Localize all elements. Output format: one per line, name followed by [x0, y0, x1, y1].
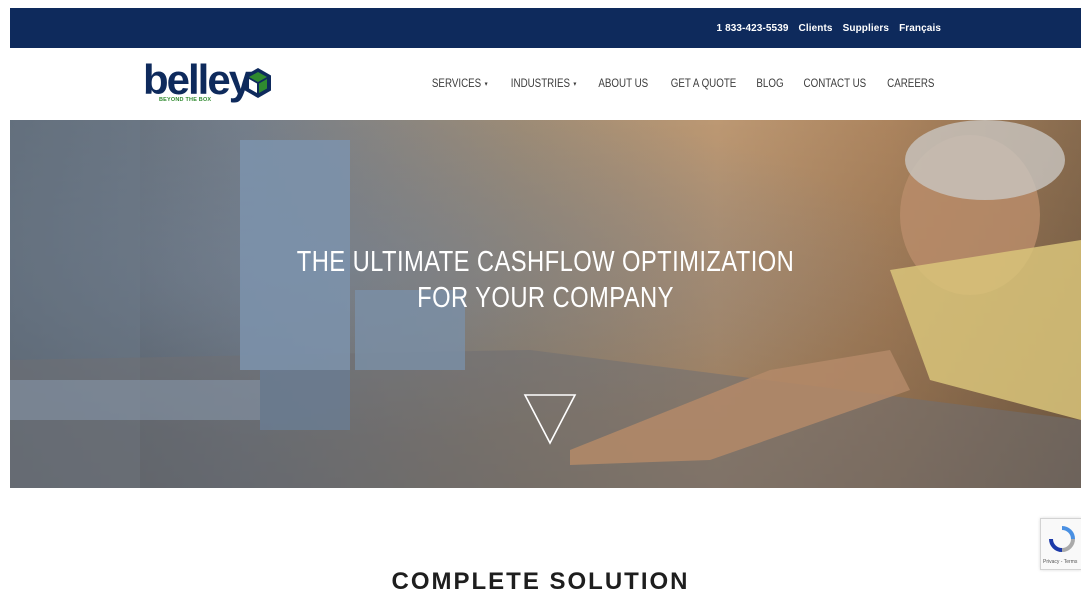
site-header: belley BEYOND THE BOX SERVICES ▾ INDUSTR…	[10, 48, 1081, 120]
hero-banner: THE ULTIMATE CASHFLOW OPTIMIZATION FOR Y…	[10, 120, 1081, 488]
logo-tagline: BEYOND THE BOX	[159, 97, 212, 103]
section-heading: COMPLETE SOLUTION	[391, 568, 690, 595]
clients-link[interactable]: Clients	[799, 23, 833, 34]
suppliers-link[interactable]: Suppliers	[843, 23, 889, 34]
nav-industries[interactable]: INDUSTRIES ▾	[511, 78, 577, 90]
nav-industries-label: INDUSTRIES	[510, 78, 570, 90]
language-link[interactable]: Français	[899, 23, 941, 34]
nav-careers[interactable]: CAREERS	[888, 78, 935, 90]
nav-blog-label: BLOG	[756, 78, 784, 90]
nav-blog[interactable]: BLOG	[756, 78, 783, 90]
nav-contact-us[interactable]: CONTACT US	[803, 78, 866, 90]
nav-about-us-label: ABOUT US	[598, 78, 649, 90]
hero-title-line-1: THE ULTIMATE CASHFLOW OPTIMIZATION	[296, 246, 795, 278]
main-navigation: SERVICES ▾ INDUSTRIES ▾ ABOUT US GET A Q…	[427, 48, 939, 120]
nav-contact-us-label: CONTACT US	[803, 78, 866, 90]
hero-title: THE ULTIMATE CASHFLOW OPTIMIZATION FOR Y…	[10, 244, 1081, 316]
nav-services-label: SERVICES	[432, 78, 482, 90]
nav-get-a-quote-label: GET A QUOTE	[670, 78, 736, 90]
recaptcha-badge[interactable]: Privacy - Terms	[1040, 518, 1081, 570]
caret-down-icon: ▾	[484, 81, 488, 88]
recaptcha-icon	[1049, 526, 1075, 552]
hexagon-cube-icon	[245, 68, 271, 98]
nav-about-us[interactable]: ABOUT US	[598, 78, 648, 90]
logo-wordmark: belley	[143, 56, 252, 103]
recaptcha-privacy-terms[interactable]: Privacy - Terms	[1043, 559, 1077, 565]
caret-down-icon: ▾	[573, 81, 577, 88]
belley-logo[interactable]: belley BEYOND THE BOX	[143, 58, 273, 110]
nav-services[interactable]: SERVICES ▾	[432, 78, 488, 90]
phone-link[interactable]: 1 833-423-5539	[717, 23, 789, 34]
top-utility-bar: 1 833-423-5539 Clients Suppliers Françai…	[10, 8, 1081, 48]
topbar-links: 1 833-423-5539 Clients Suppliers Françai…	[717, 8, 941, 48]
nav-careers-label: CAREERS	[887, 78, 935, 90]
nav-get-a-quote[interactable]: GET A QUOTE	[670, 78, 736, 90]
triangle-down-icon[interactable]	[522, 391, 578, 447]
hero-title-line-2: FOR YOUR COMPANY	[417, 282, 674, 314]
